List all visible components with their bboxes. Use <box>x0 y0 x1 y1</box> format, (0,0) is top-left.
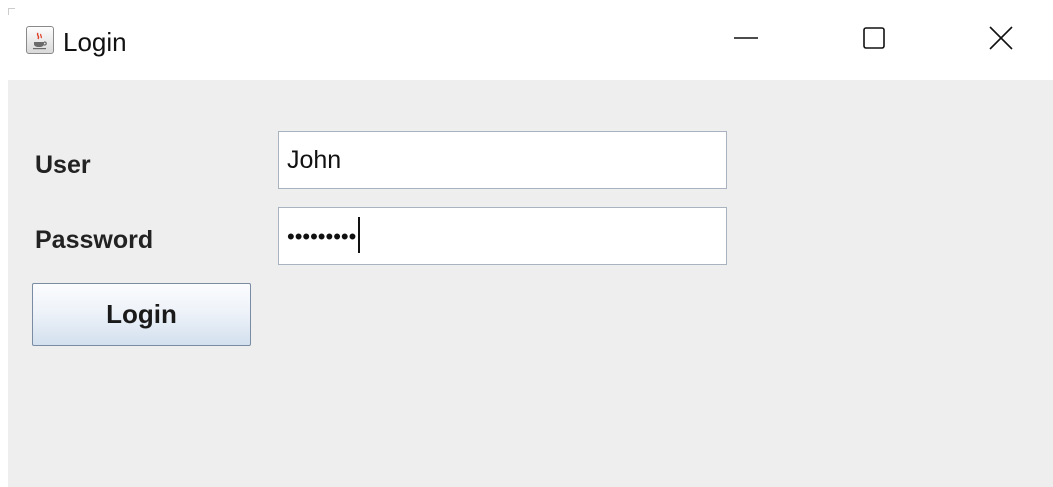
java-cup-icon[interactable] <box>26 26 54 54</box>
login-button[interactable]: Login <box>32 283 251 346</box>
title-bar[interactable]: Login <box>0 0 1053 80</box>
window-corner <box>8 8 15 15</box>
maximize-button[interactable] <box>834 0 914 80</box>
password-input[interactable]: ••••••••• <box>278 207 727 265</box>
window-title: Login <box>63 27 127 57</box>
password-mask: ••••••••• <box>287 224 357 249</box>
user-input-value: John <box>287 146 342 174</box>
password-label: Password <box>35 226 154 254</box>
text-cursor <box>358 217 361 254</box>
user-input[interactable]: John <box>278 131 727 189</box>
close-icon <box>988 25 1014 56</box>
minimize-icon <box>733 25 759 56</box>
close-button[interactable] <box>961 0 1041 80</box>
login-window: Login User John Password ••••••••• Login <box>0 0 1053 487</box>
minimize-button[interactable] <box>706 0 786 80</box>
maximize-icon <box>861 25 887 56</box>
user-label: User <box>35 151 91 179</box>
login-form-panel: User John Password ••••••••• Login <box>8 80 1053 487</box>
